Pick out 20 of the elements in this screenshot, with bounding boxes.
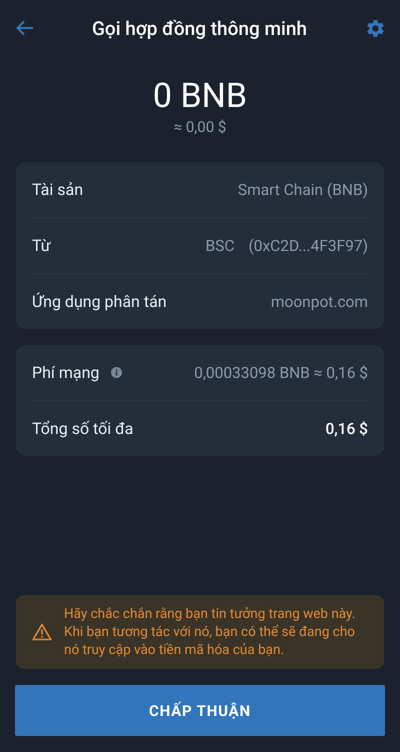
detail-label: Tổng số tối đa	[32, 419, 134, 438]
info-icon[interactable]	[111, 367, 122, 378]
amount-value: 0 BNB	[152, 76, 248, 116]
detail-label: Tài sản	[32, 180, 84, 199]
warning-text: Hãy chắc chắn rằng bạn tin tưởng trang web này. Khi bạn tương tác với nó, bạn có thể sẽ đang cho nó truy cập vào tiền mã hóa của bạn.	[64, 605, 356, 659]
fiat-value: ≈ 0,00 $	[174, 118, 226, 136]
settings-icon[interactable]	[365, 18, 386, 38]
detail-label: Phí mạng	[32, 363, 100, 382]
detail-value: (0xC2D...4F3F97)	[248, 236, 368, 254]
detail-value: Smart Chain (BNB)	[238, 180, 368, 198]
detail-value: 0,00033098 BNB ≈ 0,16 $	[194, 364, 368, 382]
detail-value: moonpot.com	[270, 292, 368, 310]
back-arrow-icon[interactable]	[16, 20, 34, 36]
detail-label: Từ	[32, 236, 51, 255]
approve-button[interactable]: CHẤP THUẬN	[15, 685, 385, 736]
detail-value: BSC	[206, 236, 234, 254]
detail-label: Ứng dụng phân tán	[32, 292, 167, 311]
warning-icon	[32, 623, 52, 641]
screen-title: Gọi hợp đồng thông minh	[90, 16, 308, 40]
detail-value: 0,16 $	[325, 420, 368, 438]
